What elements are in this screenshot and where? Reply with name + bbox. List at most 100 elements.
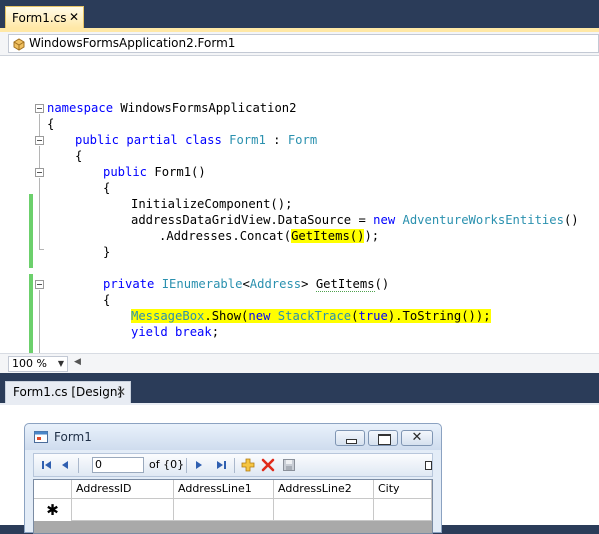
column-header[interactable]: AddressLine1: [174, 480, 274, 499]
tab-label: Form1.cs: [12, 11, 67, 25]
code-token: (): [563, 213, 579, 227]
toolbar-separator: [78, 458, 79, 473]
code-token: {: [47, 117, 55, 131]
code-line-4: {: [75, 148, 82, 164]
class-icon: [13, 38, 25, 51]
close-icon: ✕: [411, 430, 423, 445]
class-dropdown-value: WindowsFormsApplication2.Form1: [29, 36, 236, 50]
toolbar-separator: [186, 458, 187, 473]
code-token: public: [103, 165, 148, 179]
code-token: );: [364, 229, 380, 243]
highlighted-text: GetItems(): [291, 229, 365, 243]
code-token: >: [301, 277, 309, 291]
minimize-button[interactable]: [335, 430, 365, 446]
code-token: Form: [287, 133, 318, 147]
code-token: }: [103, 245, 111, 259]
navigation-bar: WindowsFormsApplication2.Form1: [0, 32, 599, 56]
add-new-icon[interactable]: [241, 458, 255, 472]
code-line-8: addressDataGridView.DataSource = new Adv…: [131, 212, 579, 228]
code-line-3: public partial class Form1 : Form: [75, 132, 317, 148]
close-icon[interactable]: ✕: [116, 385, 126, 399]
code-line-9: .Addresses.Concat(GetItems());: [159, 228, 379, 244]
code-token: WindowsFormsApplication2: [113, 101, 297, 115]
scroll-left-icon[interactable]: ◀: [74, 357, 81, 367]
code-token: {: [103, 293, 111, 307]
overflow-icon[interactable]: [425, 461, 432, 470]
code-token: GetItems: [315, 277, 375, 292]
zoom-dropdown[interactable]: 100 % ▼: [8, 356, 68, 372]
code-token: new: [248, 309, 271, 323]
tab-form1-cs[interactable]: Form1.cs ✕: [5, 6, 84, 28]
address-data-grid[interactable]: AddressID AddressLine1 AddressLine2 City…: [33, 479, 433, 534]
highlighted-text: MessageBox.Show(new StackTrace(true).ToS…: [131, 309, 491, 323]
move-last-icon[interactable]: [214, 458, 228, 472]
binding-navigator: 0 of {0}: [33, 453, 433, 477]
position-input[interactable]: 0: [92, 457, 144, 473]
code-token: class: [185, 133, 222, 147]
code-token: InitializeComponent();: [131, 197, 293, 211]
move-next-icon[interactable]: [192, 458, 206, 472]
code-line-7: InitializeComponent();: [131, 196, 292, 212]
row-header-corner: [34, 480, 72, 499]
column-header[interactable]: City: [374, 480, 432, 499]
grid-cell[interactable]: [72, 499, 174, 521]
code-token: ).ToString());: [387, 309, 491, 323]
editor-status-strip: 100 % ▼ ◀: [0, 353, 599, 373]
code-token: public: [75, 133, 120, 147]
outline-guide: [39, 114, 40, 138]
code-token: new: [373, 213, 396, 227]
code-line-5: public Form1(): [103, 164, 206, 180]
toolbar-separator: [234, 458, 235, 473]
column-header[interactable]: AddressLine2: [274, 480, 374, 499]
save-icon[interactable]: [282, 458, 296, 472]
code-token: yield: [131, 325, 168, 339]
code-token: {: [75, 149, 83, 163]
code-token: IEnumerable: [161, 277, 243, 291]
tab-form1-design[interactable]: Form1.cs [Design] ✕: [5, 381, 131, 403]
code-text-area[interactable]: namespace WindowsFormsApplication2 { pub…: [0, 56, 599, 353]
code-token: true: [358, 309, 388, 323]
code-line-2: {: [47, 116, 54, 132]
code-token: addressDataGridView.DataSource =: [131, 213, 374, 227]
close-icon[interactable]: ✕: [69, 10, 79, 24]
move-first-icon[interactable]: [40, 458, 54, 472]
form-icon: [34, 431, 48, 443]
position-value: 0: [95, 458, 102, 471]
grid-cell[interactable]: [274, 499, 374, 521]
code-line-12: {: [103, 292, 110, 308]
outline-guide: [39, 146, 40, 170]
code-token: (): [374, 277, 390, 291]
code-token: .Addresses.Concat(: [159, 229, 292, 243]
column-header[interactable]: AddressID: [72, 480, 174, 499]
code-token: break: [175, 325, 212, 339]
code-line-13: MessageBox.Show(new StackTrace(true).ToS…: [131, 308, 491, 324]
delete-icon[interactable]: [261, 458, 275, 472]
collapse-icon[interactable]: [35, 168, 44, 177]
collapse-icon[interactable]: [35, 280, 44, 289]
collapse-icon[interactable]: [35, 104, 44, 113]
outline-end: [39, 249, 44, 250]
code-token: ;: [211, 325, 220, 339]
code-token: .Show(: [204, 309, 249, 323]
code-token: Form1: [229, 133, 266, 147]
form-window[interactable]: Form1 ✕ 0 of {0} AddressID AddressLine1 …: [24, 423, 442, 534]
code-token: partial: [126, 133, 178, 147]
design-surface: Form1 ✕ 0 of {0} AddressID AddressLine1 …: [0, 403, 599, 534]
close-button[interactable]: ✕: [401, 430, 433, 446]
collapse-icon[interactable]: [35, 136, 44, 145]
chevron-down-icon: ▼: [57, 359, 64, 368]
code-line-1: namespace WindowsFormsApplication2: [47, 100, 296, 116]
grid-cell[interactable]: [174, 499, 274, 521]
change-bar: [29, 194, 33, 268]
code-line-14: yield break;: [131, 324, 219, 340]
code-line-10: }: [103, 244, 110, 260]
code-line-6: {: [103, 180, 110, 196]
new-row-icon: ✱: [34, 499, 72, 521]
code-token: namespace: [47, 101, 114, 115]
move-previous-icon[interactable]: [58, 458, 72, 472]
class-dropdown[interactable]: WindowsFormsApplication2.Form1: [8, 34, 599, 53]
code-token: {: [103, 181, 111, 195]
grid-cell[interactable]: [374, 499, 432, 521]
maximize-button[interactable]: [368, 430, 398, 446]
code-line-11: private IEnumerable<Address> GetItems(): [103, 276, 389, 292]
